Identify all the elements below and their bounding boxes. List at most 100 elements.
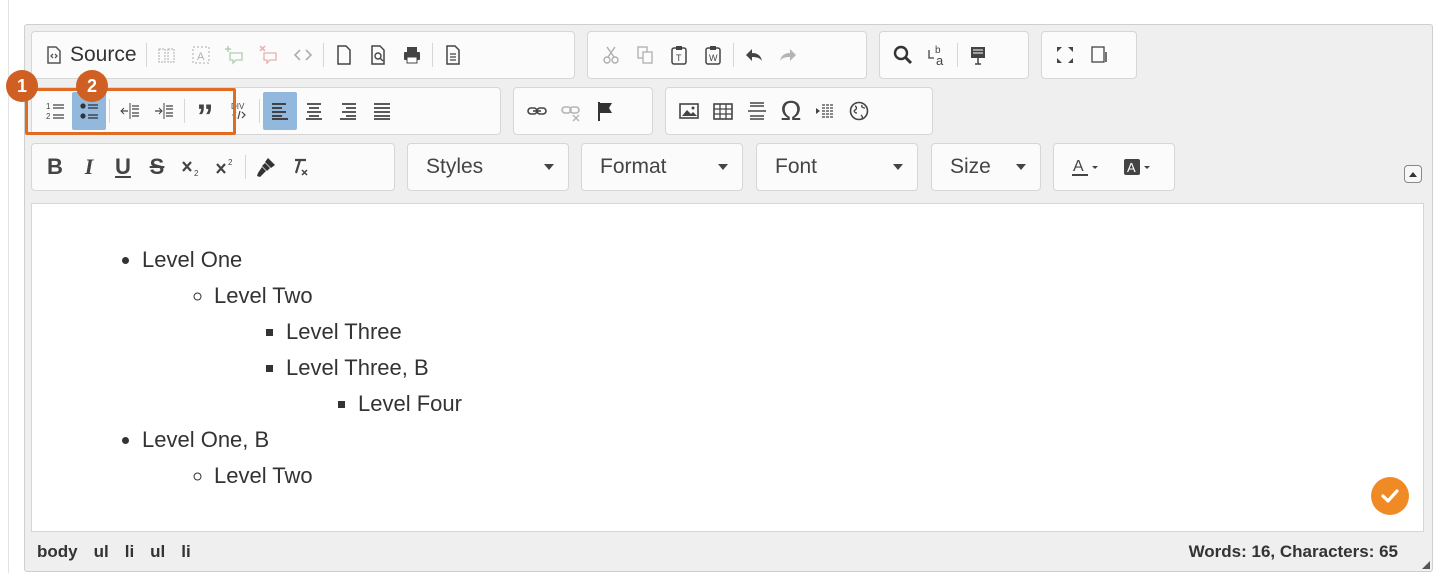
status-bar: body ul li ul li Words: 16, Characters: 65 <box>37 540 1420 564</box>
print-button[interactable] <box>395 36 429 74</box>
page-break-button[interactable] <box>808 92 842 130</box>
resize-handle[interactable] <box>1422 561 1430 569</box>
print-icon <box>403 47 420 64</box>
undo-button[interactable] <box>737 36 771 74</box>
chevron-up-icon <box>1409 171 1417 177</box>
iframe-button[interactable] <box>842 92 876 130</box>
list-item[interactable]: Level Four <box>358 386 462 422</box>
list-item[interactable]: Level Three <box>286 314 462 350</box>
font-label: Font <box>775 155 818 178</box>
paste-word-button[interactable]: W <box>696 36 730 74</box>
text-color-button[interactable]: A <box>1060 148 1112 186</box>
comment-add-icon <box>224 46 243 65</box>
spell-check-icon <box>971 47 985 65</box>
table-button[interactable] <box>706 92 740 130</box>
templates-button[interactable] <box>436 36 470 74</box>
copy-button[interactable] <box>628 36 662 74</box>
list-item-text: Level One, B <box>142 427 270 452</box>
link-icon <box>527 107 547 115</box>
list-item-text: Level Four <box>358 391 462 416</box>
underline-button[interactable]: U <box>106 148 140 186</box>
align-center-icon <box>306 103 322 120</box>
bold-button[interactable]: B <box>38 148 72 186</box>
format-dropdown[interactable]: Format <box>581 143 743 191</box>
callout-highlight-box <box>25 88 236 135</box>
image-icon <box>679 103 699 119</box>
align-right-button[interactable] <box>331 92 365 130</box>
globe-icon <box>849 101 869 121</box>
toolbar-group-insert: Ω <box>665 87 933 135</box>
redo-icon <box>780 49 796 61</box>
chevron-down-icon <box>718 164 728 170</box>
add-comment-button[interactable] <box>218 36 252 74</box>
path-ul[interactable]: ul <box>150 542 165 561</box>
image-button[interactable] <box>672 92 706 130</box>
separator <box>145 43 147 67</box>
collapse-toolbar-button[interactable] <box>1404 165 1422 183</box>
path-li[interactable]: li <box>125 542 134 561</box>
cut-icon <box>603 46 619 64</box>
path-ul[interactable]: ul <box>94 542 109 561</box>
strikethrough-button[interactable]: S <box>140 148 174 186</box>
separator <box>259 99 260 123</box>
replace-button[interactable]: ba <box>920 36 954 74</box>
bulleted-list-level-2: Level Two <box>142 458 462 494</box>
show-blocks-button[interactable] <box>150 36 184 74</box>
anchor-button[interactable] <box>588 92 622 130</box>
size-dropdown[interactable]: Size <box>931 143 1041 191</box>
select-all-button[interactable]: A <box>184 36 218 74</box>
redo-button[interactable] <box>771 36 805 74</box>
code-icon <box>293 49 312 61</box>
list-item[interactable]: Level Three, B Level Four <box>286 350 462 422</box>
unlink-button[interactable] <box>554 92 588 130</box>
preview-button[interactable] <box>361 36 395 74</box>
svg-text:2: 2 <box>194 169 199 178</box>
editor-content-area[interactable]: Level One Level Two Level Three Level Th… <box>31 203 1424 532</box>
list-item[interactable]: Level Two <box>214 458 462 494</box>
align-center-button[interactable] <box>297 92 331 130</box>
remove-comment-button[interactable] <box>252 36 286 74</box>
bulleted-list-level-3: Level Three Level Three, B Level Four <box>214 314 462 422</box>
find-button[interactable] <box>886 36 920 74</box>
show-blocks-icon <box>158 48 175 63</box>
copy-formatting-button[interactable] <box>249 148 283 186</box>
copy-icon <box>637 46 653 64</box>
link-button[interactable] <box>520 92 554 130</box>
bulleted-list-level-1: Level One Level Two Level Three Level Th… <box>42 242 462 494</box>
background-color-button[interactable]: A <box>1112 148 1164 186</box>
spell-check-button[interactable] <box>961 36 995 74</box>
list-item[interactable]: Level One Level Two Level Three Level Th… <box>142 242 462 422</box>
path-li[interactable]: li <box>181 542 190 561</box>
page-break-icon <box>816 104 834 118</box>
paintbrush-icon <box>257 158 275 177</box>
new-page-button[interactable] <box>327 36 361 74</box>
justify-button[interactable] <box>365 92 399 130</box>
underline-icon: U <box>115 154 131 179</box>
source-button[interactable]: Source <box>38 36 143 74</box>
flag-icon <box>598 102 612 121</box>
superscript-button[interactable]: 2 <box>208 148 242 186</box>
spellcheck-status-badge[interactable] <box>1371 477 1409 515</box>
code-snippet-button[interactable] <box>286 36 320 74</box>
subscript-button[interactable]: 2 <box>174 148 208 186</box>
path-body[interactable]: body <box>37 542 78 561</box>
list-item[interactable]: Level Two Level Three Level Three, B Lev… <box>214 278 462 422</box>
svg-text:2: 2 <box>228 158 233 167</box>
align-left-button[interactable] <box>263 92 297 130</box>
maximize-button[interactable] <box>1048 36 1082 74</box>
special-character-button[interactable]: Ω <box>774 92 808 130</box>
size-label: Size <box>950 155 991 178</box>
paste-text-button[interactable]: T <box>662 36 696 74</box>
source-icon <box>47 46 61 64</box>
cut-button[interactable] <box>594 36 628 74</box>
styles-dropdown[interactable]: Styles <box>407 143 569 191</box>
show-blocks-tool-button[interactable] <box>1082 36 1116 74</box>
list-item[interactable]: Level One, B Level Two <box>142 422 462 494</box>
align-right-icon <box>340 103 356 120</box>
horizontal-rule-button[interactable] <box>740 92 774 130</box>
font-dropdown[interactable]: Font <box>756 143 918 191</box>
italic-button[interactable]: I <box>72 148 106 186</box>
remove-format-button[interactable] <box>283 148 317 186</box>
svg-text:A: A <box>1127 160 1136 175</box>
comment-remove-icon <box>259 45 277 65</box>
